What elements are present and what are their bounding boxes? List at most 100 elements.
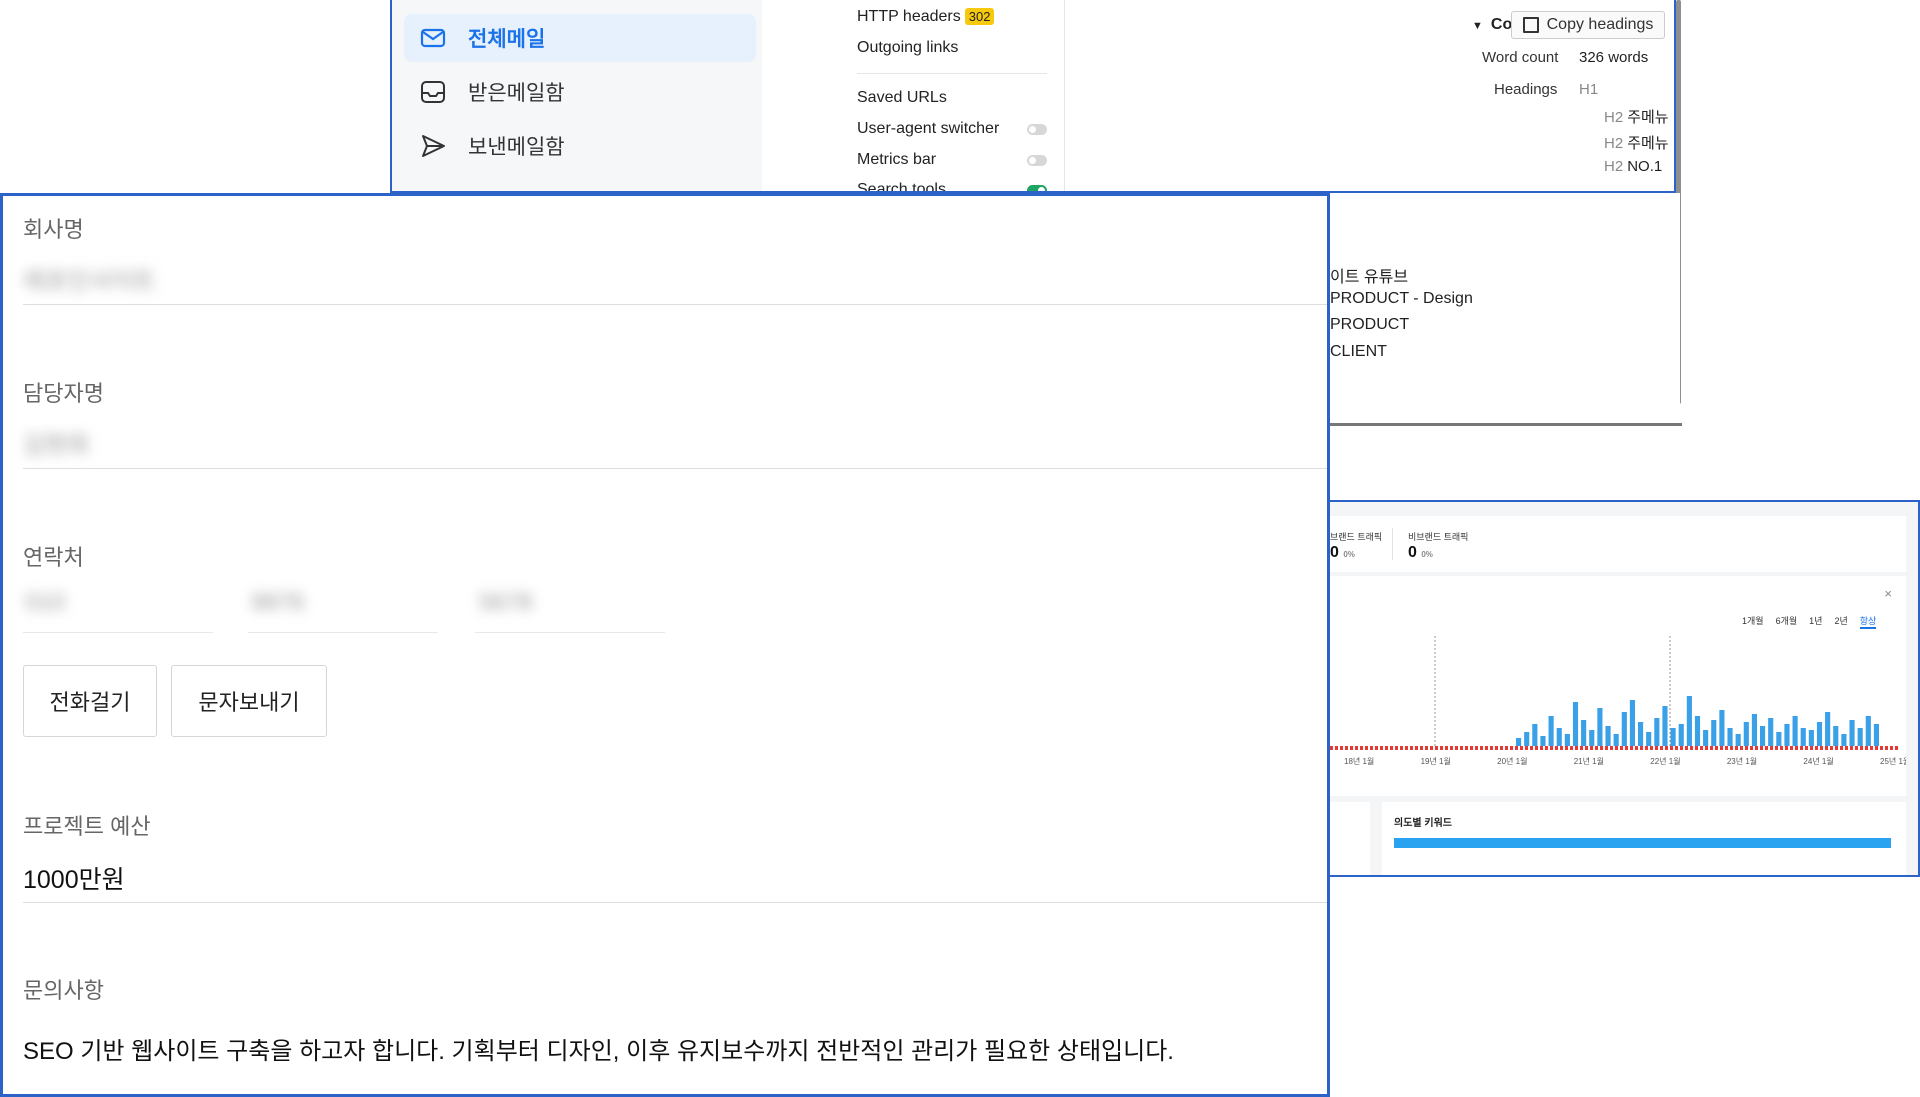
tab-always[interactable]: 항상 xyxy=(1859,614,1877,629)
traffic-bar xyxy=(1825,712,1831,746)
menu-saved-urls[interactable]: Saved URLs xyxy=(857,86,1047,110)
divider xyxy=(1064,0,1065,191)
inquiry-text: SEO 기반 웹사이트 구축을 하고자 합니다. 기획부터 디자인, 이후 유지… xyxy=(23,1038,1174,1065)
phone-label: 연락처 xyxy=(23,545,84,570)
headings-continuation: 이트 유튜브 PRODUCT - Design PRODUCT CLIENT xyxy=(1330,193,1680,423)
traffic-bar xyxy=(1743,722,1749,746)
traffic-analytics-panel: 브랜드 트래픽 0 0% 비브랜드 트래픽 0 0% × 1개월 6개월 1년 … xyxy=(1330,500,1920,877)
traffic-bar xyxy=(1792,716,1798,746)
sidebar-item-label: 전체메일 xyxy=(468,28,546,51)
traffic-bar xyxy=(1686,696,1692,746)
divider xyxy=(23,304,1327,305)
traffic-bar xyxy=(1800,728,1806,746)
background-window: 전체메일 받은메일함 보낸메일함 HTTP headers 302 Outgoin… xyxy=(390,0,1676,193)
heading-text: 주메뉴 xyxy=(1627,135,1669,152)
nonbrand-traffic-pct: 0% xyxy=(1421,550,1433,559)
search-tools-toggle[interactable] xyxy=(1027,184,1047,191)
close-icon[interactable]: × xyxy=(1884,586,1892,601)
divider xyxy=(1392,528,1393,560)
sidebar-item-all-mail[interactable]: 전체메일 xyxy=(404,14,756,62)
traffic-bar xyxy=(1865,716,1871,746)
menu-label: User-agent switcher xyxy=(857,120,1000,137)
traffic-bar xyxy=(1735,734,1741,746)
heading-item: H2 주메뉴 xyxy=(1604,132,1669,153)
company-value: 레포인사이트 xyxy=(23,268,156,295)
inbox-tray-icon xyxy=(418,77,448,107)
menu-outgoing-links[interactable]: Outgoing links xyxy=(857,36,1047,60)
tab-2-years[interactable]: 2년 xyxy=(1834,614,1847,629)
user-agent-toggle[interactable] xyxy=(1027,123,1047,135)
traffic-bar-chart: 18년 1월 19년 1월 20년 1월 21년 1월 22년 1월 23년 1월 24년 … xyxy=(1330,636,1906,766)
brand-traffic-label: 브랜드 트래픽 xyxy=(1330,532,1383,542)
envelope-icon xyxy=(418,23,448,53)
traffic-chart-card: × 1개월 6개월 1년 2년 항상 18년 1월 19년 1월 20년 1월 21년… xyxy=(1330,576,1906,796)
traffic-bar xyxy=(1654,718,1660,746)
heading-item: H2 주메뉴 xyxy=(1604,106,1669,127)
phone-part-1: 010 xyxy=(25,589,66,616)
traffic-bar xyxy=(1581,720,1587,746)
budget-value: 1000만원 xyxy=(23,866,125,894)
sidebar-item-label: 받은메일함 xyxy=(468,82,565,105)
x-tick-label: 19년 1월 xyxy=(1421,756,1451,766)
divider xyxy=(857,73,1047,74)
traffic-bar xyxy=(1621,712,1627,746)
traffic-bar xyxy=(1776,732,1782,746)
menu-search-tools[interactable]: Search tools xyxy=(857,178,1047,193)
divider xyxy=(23,632,213,633)
traffic-bar xyxy=(1605,726,1611,746)
traffic-bar xyxy=(1629,700,1635,746)
inquiry-label: 문의사항 xyxy=(23,978,104,1003)
phone-part-3: 5678 xyxy=(479,589,533,616)
traffic-bar xyxy=(1613,734,1619,746)
button-label: Copy headings xyxy=(1546,16,1654,33)
divider xyxy=(23,902,1327,903)
tab-6-months[interactable]: 6개월 xyxy=(1776,614,1798,629)
period-tabs: 1개월 6개월 1년 2년 항상 xyxy=(1730,614,1877,629)
intent-keywords-card: 의도별 키워드 xyxy=(1382,802,1906,875)
traffic-bar xyxy=(1784,724,1790,746)
heading-text: NO.1 xyxy=(1627,158,1663,175)
copy-icon xyxy=(1522,17,1539,33)
nonbrand-traffic-number: 0 xyxy=(1408,544,1417,561)
menu-http-headers[interactable]: HTTP headers 302 xyxy=(857,5,1047,29)
menu-label: Search tools xyxy=(857,181,946,193)
call-button[interactable]: 전화걸기 xyxy=(23,665,157,737)
traffic-bar xyxy=(1808,730,1814,746)
heading-text: PRODUCT - Design xyxy=(1330,290,1473,307)
left-card-fragment xyxy=(1330,802,1370,875)
sidebar-item-inbox[interactable]: 받은메일함 xyxy=(404,68,756,116)
traffic-bar xyxy=(1694,716,1701,746)
sidebar-item-sent[interactable]: 보낸메일함 xyxy=(404,122,756,170)
heading-h1-tag: H1 xyxy=(1579,81,1599,98)
divider xyxy=(1330,423,1682,426)
word-count-label: Word count xyxy=(1482,49,1559,66)
menu-user-agent-switcher[interactable]: User-agent switcher xyxy=(857,117,1047,141)
x-tick-label: 18년 1월 xyxy=(1344,756,1374,766)
tab-1-month[interactable]: 1개월 xyxy=(1742,614,1764,629)
send-sms-button[interactable]: 문자보내기 xyxy=(171,665,327,737)
sidebar-item-label: 보낸메일함 xyxy=(468,136,565,159)
traffic-bar xyxy=(1833,726,1839,746)
traffic-bar xyxy=(1646,732,1652,746)
metrics-bar-toggle[interactable] xyxy=(1027,154,1047,166)
heading-tag: H2 xyxy=(1604,109,1624,126)
copy-headings-button[interactable]: Copy headings xyxy=(1511,11,1665,39)
menu-metrics-bar[interactable]: Metrics bar xyxy=(857,148,1047,172)
tab-1-year[interactable]: 1년 xyxy=(1809,614,1822,629)
traffic-bar xyxy=(1524,732,1530,746)
traffic-bar xyxy=(1638,722,1644,746)
x-tick-label: 20년 1월 xyxy=(1497,756,1527,766)
heading-tag: H2 xyxy=(1604,135,1624,152)
traffic-bar xyxy=(1727,728,1733,746)
traffic-bar xyxy=(1873,724,1879,746)
word-count-value: 326 words xyxy=(1579,49,1649,66)
traffic-bar xyxy=(1703,730,1709,746)
traffic-bar xyxy=(1857,728,1863,746)
traffic-bar xyxy=(1678,724,1684,746)
x-tick-label: 24년 1월 xyxy=(1803,756,1833,766)
menu-label: Metrics bar xyxy=(857,151,937,168)
phone-part-2: 9876 xyxy=(251,589,305,616)
heading-text: CLIENT xyxy=(1330,343,1387,360)
x-tick-label: 22년 1월 xyxy=(1650,756,1680,766)
traffic-bar xyxy=(1841,734,1847,746)
